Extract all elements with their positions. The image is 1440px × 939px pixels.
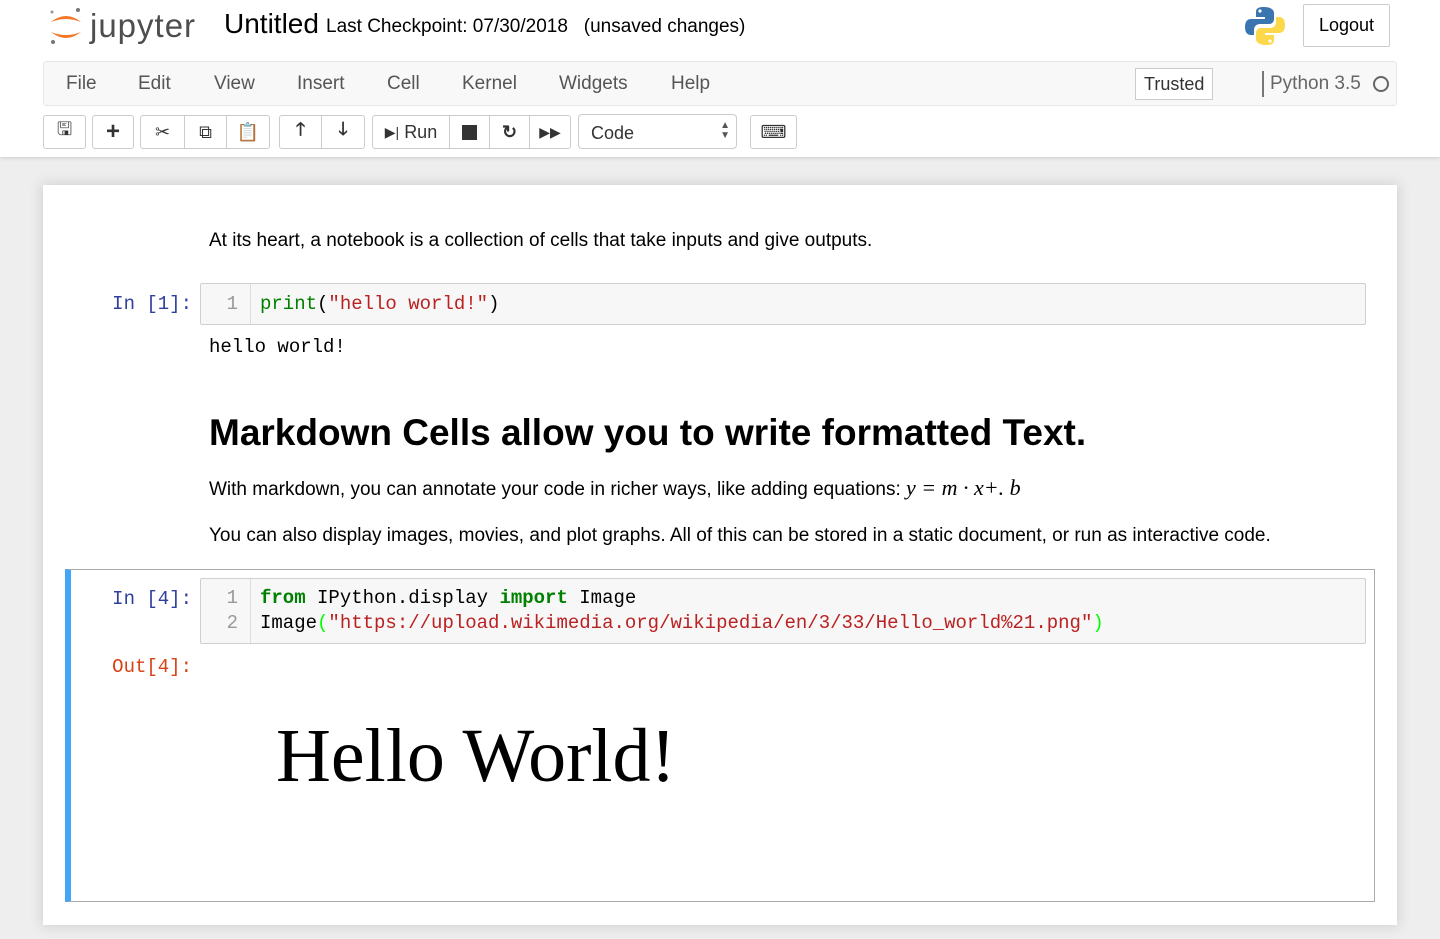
line-number: 1 bbox=[226, 587, 238, 609]
cell-type-value: Code bbox=[591, 123, 635, 143]
code-token: ( bbox=[317, 612, 329, 634]
line-number: 1 bbox=[226, 293, 238, 315]
save-button[interactable]: 🖫 bbox=[44, 116, 85, 148]
cell-type-select[interactable]: Code ▲ ▼ bbox=[578, 114, 737, 149]
logo-text: jupyter bbox=[90, 7, 197, 44]
intro-text: At its heart, a notebook is a collection… bbox=[209, 230, 873, 251]
logout-button[interactable]: Logout bbox=[1303, 4, 1390, 47]
cut-icon: ✂ bbox=[154, 121, 171, 142]
code-token: ) bbox=[488, 293, 500, 315]
header: jupyter Untitled Last Checkpoint: 07/30/… bbox=[0, 0, 1440, 157]
code-token: IPython.display bbox=[305, 587, 500, 609]
edit-group: ✂ ⧉ 📋 bbox=[140, 115, 270, 149]
fast-forward-icon: ▶▶ bbox=[539, 123, 561, 140]
kernel-name[interactable]: Python 3.5 bbox=[1262, 71, 1361, 97]
menu-file[interactable]: File bbox=[66, 73, 97, 95]
code-input[interactable]: 1 print("hello world!") bbox=[200, 283, 1366, 325]
python-logo-icon bbox=[1245, 7, 1285, 45]
move-group: 🡑 🡓 bbox=[279, 115, 365, 149]
code-text: from IPython.display import Image Image(… bbox=[260, 586, 1104, 636]
code-token: ) bbox=[1092, 612, 1104, 634]
save-status: (unsaved changes) bbox=[583, 16, 746, 37]
trusted-indicator[interactable]: Trusted bbox=[1135, 68, 1214, 100]
insert-group: + bbox=[92, 115, 134, 149]
menu-edit[interactable]: Edit bbox=[138, 73, 171, 95]
interrupt-button[interactable] bbox=[450, 116, 490, 148]
output-prompt: Out[4]: bbox=[112, 656, 192, 678]
code-token: "https://upload.wikimedia.org/wikipedia/… bbox=[328, 612, 1093, 634]
checkpoint-text: Last Checkpoint: 07/30/2018 bbox=[326, 16, 568, 37]
output-image: Hello World! bbox=[276, 714, 676, 798]
arrow-down-icon: 🡓 bbox=[338, 119, 348, 139]
move-down-button[interactable]: 🡓 bbox=[322, 116, 364, 148]
run-label: Run bbox=[404, 121, 438, 142]
notebook-title[interactable]: Untitled bbox=[224, 8, 319, 40]
input-prompt: In [4]: bbox=[112, 588, 192, 610]
kernel-idle-icon bbox=[1373, 76, 1389, 92]
code-text: print("hello world!") bbox=[260, 292, 499, 317]
plus-icon: + bbox=[105, 118, 120, 145]
paste-button[interactable]: 📋 bbox=[227, 116, 269, 148]
markdown-paragraph: With markdown, you can annotate your cod… bbox=[209, 475, 1021, 501]
restart-run-all-button[interactable]: ▶▶ bbox=[530, 116, 570, 148]
restart-icon: ↻ bbox=[501, 121, 518, 142]
code-token: import bbox=[499, 587, 568, 609]
code-token: from bbox=[260, 587, 306, 609]
code-token: Image bbox=[260, 612, 318, 634]
input-prompt: In [1]: bbox=[112, 293, 192, 315]
menu-kernel[interactable]: Kernel bbox=[462, 73, 517, 95]
code-input[interactable]: 12 from IPython.display import Image Ima… bbox=[200, 578, 1366, 644]
markdown-heading: Markdown Cells allow you to write format… bbox=[209, 412, 1087, 453]
save-group: 🖫 bbox=[43, 115, 86, 149]
select-arrows-icon: ▲ ▼ bbox=[720, 120, 730, 141]
code-token: "hello world!" bbox=[328, 293, 489, 315]
code-token: ( bbox=[317, 293, 329, 315]
cell-output: hello world! bbox=[209, 336, 346, 358]
step-forward-icon: ▶| bbox=[384, 123, 400, 140]
cut-button[interactable]: ✂ bbox=[141, 116, 185, 148]
move-up-button[interactable]: 🡑 bbox=[280, 116, 322, 148]
jupyter-logo-icon bbox=[50, 8, 81, 44]
save-icon: 🖫 bbox=[56, 119, 73, 139]
copy-button[interactable]: ⧉ bbox=[185, 116, 227, 148]
insert-cell-button[interactable]: + bbox=[93, 116, 133, 148]
line-number: 2 bbox=[226, 612, 238, 634]
restart-button[interactable]: ↻ bbox=[490, 116, 530, 148]
stop-icon bbox=[462, 124, 477, 140]
copy-icon: ⧉ bbox=[199, 121, 212, 142]
equation: y = m · x+. b bbox=[906, 475, 1021, 500]
menu-cell[interactable]: Cell bbox=[387, 73, 420, 95]
line-numbers: 12 bbox=[201, 579, 251, 643]
menu-view[interactable]: View bbox=[214, 73, 255, 95]
line-numbers: 1 bbox=[201, 284, 251, 324]
run-button[interactable]: ▶| Run bbox=[373, 116, 450, 148]
keyboard-icon: ⌨ bbox=[760, 121, 787, 142]
menu-widgets[interactable]: Widgets bbox=[559, 73, 628, 95]
paste-icon: 📋 bbox=[236, 121, 260, 142]
jupyter-logo[interactable]: jupyter bbox=[48, 6, 196, 46]
arrow-up-icon: 🡑 bbox=[295, 119, 306, 139]
checkpoint-status: Last Checkpoint: 07/30/2018 (unsaved cha… bbox=[326, 16, 745, 38]
keyboard-group: ⌨ bbox=[750, 115, 797, 149]
markdown-text: With markdown, you can annotate your cod… bbox=[209, 479, 901, 500]
menubar: File Edit View Insert Cell Kernel Widget… bbox=[43, 61, 1397, 106]
markdown-paragraph: You can also display images, movies, and… bbox=[209, 525, 1271, 546]
menu-help[interactable]: Help bbox=[671, 73, 710, 95]
code-token: print bbox=[260, 293, 318, 315]
code-token: Image bbox=[567, 587, 637, 609]
run-group: ▶| Run ↻ ▶▶ bbox=[372, 115, 571, 149]
menu-insert[interactable]: Insert bbox=[297, 73, 345, 95]
command-palette-button[interactable]: ⌨ bbox=[751, 116, 796, 148]
